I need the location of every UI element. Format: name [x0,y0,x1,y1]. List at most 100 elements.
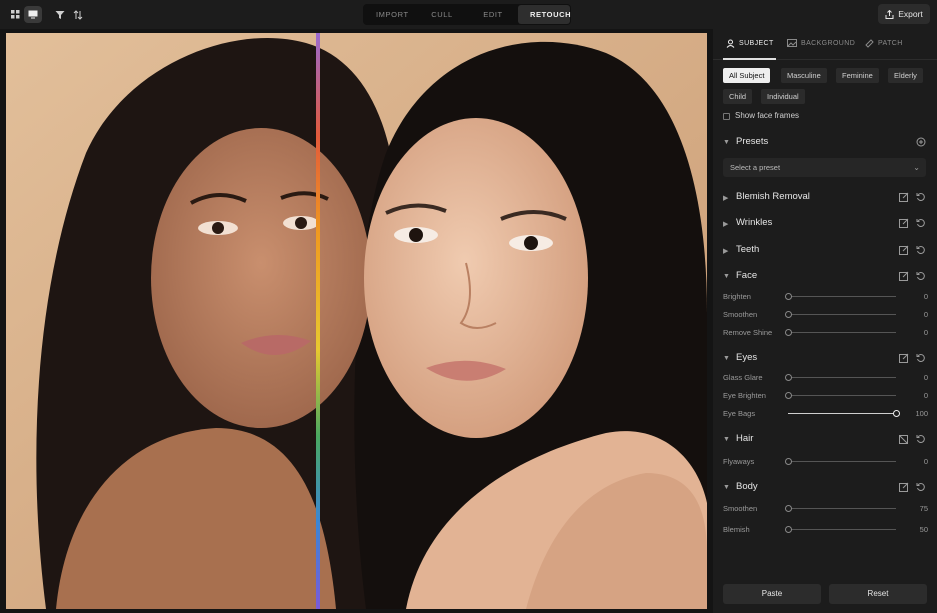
slider-track[interactable] [788,508,896,509]
slider-handle[interactable] [785,526,792,533]
active-tab-indicator [723,58,776,60]
edit-icon[interactable] [899,271,909,281]
slider-handle[interactable] [785,329,792,336]
reset-icon[interactable] [916,192,926,202]
section-wrinkles[interactable]: ▶ Wrinkles [723,217,928,231]
tab-retouch[interactable]: RETOUCH [518,5,571,24]
slider-handle[interactable] [785,293,792,300]
slider-label: Flyaways [723,457,755,466]
person-icon [726,39,735,48]
slider-glass-glare[interactable]: Glass Glare 0 [723,372,928,384]
chip-masculine[interactable]: Masculine [781,68,827,83]
chip-elderly[interactable]: Elderly [888,68,923,83]
slider-track[interactable] [788,413,896,414]
reset-icon[interactable] [916,353,926,363]
sort-icon[interactable] [69,6,87,23]
slider-label: Glass Glare [723,373,763,382]
slider-value: 0 [923,457,928,466]
edit-disabled-icon[interactable] [899,434,909,444]
slider-handle[interactable] [785,311,792,318]
tab-background[interactable]: BACKGROUND [787,39,855,47]
slider-track[interactable] [788,332,896,333]
slider-value: 0 [923,373,928,382]
slider-handle[interactable] [893,410,900,417]
slider-track[interactable] [788,296,896,297]
edit-icon[interactable] [899,353,909,363]
slider-label: Smoothen [723,504,758,513]
chevron-right-icon: ▶ [723,221,729,228]
slider-brighten[interactable]: Brighten 0 [723,291,928,303]
slider-eye-bags[interactable]: Eye Bags 100 [723,408,928,420]
slider-blemish[interactable]: Blemish 50 [723,524,928,536]
export-button[interactable]: Export [878,4,930,24]
chevron-down-icon: ⌄ [913,163,920,172]
section-presets-title: Presets [736,136,769,147]
slider-track[interactable] [788,529,896,530]
section-face[interactable]: ▼ Face [723,270,928,284]
slider-track[interactable] [788,461,896,462]
tab-import[interactable]: IMPORT [364,5,416,24]
section-presets[interactable]: ▼ Presets [723,136,928,150]
slider-value: 0 [923,292,928,301]
section-teeth[interactable]: ▶ Teeth [723,244,928,258]
edit-icon[interactable] [899,482,909,492]
edit-icon[interactable] [899,218,909,228]
reset-icon[interactable] [916,271,926,281]
reset-icon[interactable] [916,434,926,444]
export-icon [885,9,894,19]
slider-remove-shine[interactable]: Remove Shine 0 [723,327,928,339]
show-face-frames-checkbox[interactable] [723,113,730,120]
image-icon [787,39,797,47]
photo-canvas[interactable] [6,33,707,609]
reset-button[interactable]: Reset [829,584,927,604]
slider-track[interactable] [788,314,896,315]
slider-handle[interactable] [785,392,792,399]
section-hair[interactable]: ▼ Hair [723,433,928,447]
reset-icon[interactable] [916,245,926,255]
chevron-down-icon: ▼ [723,355,730,362]
tab-patch-label: PATCH [878,40,903,47]
slider-handle[interactable] [785,505,792,512]
preset-select-placeholder: Select a preset [730,163,781,172]
tab-patch[interactable]: PATCH [865,39,903,48]
section-teeth-title: Teeth [736,244,760,255]
slider-value: 50 [919,525,928,534]
grid-view-icon[interactable] [6,6,24,23]
tab-edit[interactable]: EDIT [468,5,518,24]
slider-smoothen-body[interactable]: Smoothen 75 [723,503,928,515]
section-blemish-removal[interactable]: ▶ Blemish Removal [723,191,928,205]
edit-icon[interactable] [899,245,909,255]
chip-individual[interactable]: Individual [761,89,805,104]
slider-handle[interactable] [785,374,792,381]
tab-subject[interactable]: SUBJECT [726,39,774,48]
tab-cull[interactable]: CULL [416,5,468,24]
slider-handle[interactable] [785,458,792,465]
edit-icon[interactable] [899,192,909,202]
reset-icon[interactable] [916,482,926,492]
bandage-icon [865,39,874,48]
slider-flyaways[interactable]: Flyaways 0 [723,456,928,468]
show-face-frames-label: Show face frames [735,111,800,120]
section-eyes-title: Eyes [736,352,758,363]
slider-smoothen-face[interactable]: Smoothen 0 [723,309,928,321]
chip-child[interactable]: Child [723,89,753,104]
slider-value: 75 [919,504,928,513]
section-eyes[interactable]: ▼ Eyes [723,352,928,366]
section-body[interactable]: ▼ Body [723,481,928,495]
chip-all-subject[interactable]: All Subject [723,68,771,83]
slider-track[interactable] [788,395,896,396]
preset-select[interactable]: Select a preset ⌄ [723,158,926,177]
filter-icon[interactable] [51,6,69,23]
export-label: Export [898,9,923,19]
chip-feminine[interactable]: Feminine [836,68,879,83]
slider-track[interactable] [788,377,896,378]
slider-eye-brighten[interactable]: Eye Brighten 0 [723,390,928,402]
paste-button[interactable]: Paste [723,584,821,604]
chevron-down-icon: ▼ [723,436,730,443]
section-wrinkles-title: Wrinkles [736,217,773,228]
single-view-icon[interactable] [24,6,42,23]
reset-icon[interactable] [916,218,926,228]
add-preset-icon[interactable] [916,137,926,147]
slider-label: Smoothen [723,310,758,319]
slider-label: Blemish [723,525,750,534]
